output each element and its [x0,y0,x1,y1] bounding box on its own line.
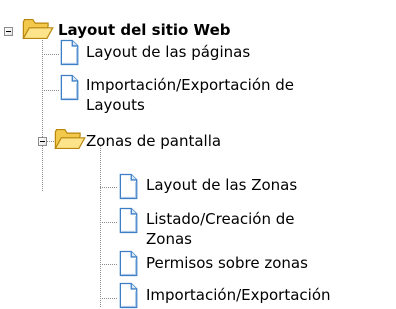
collapse-minus-icon[interactable] [38,137,47,146]
tree-connector [42,24,43,191]
tree-item-layout-del-sitio-web[interactable]: Layout del sitio Web [58,21,230,39]
tree-item-listado-creacion-de-zonas[interactable]: Listado/Creación de [146,210,295,228]
tree-item-layout-de-las-zonas[interactable]: Layout de las Zonas [146,176,297,194]
tree-item-listado-creacion-de-zonas-line2[interactable]: Zonas [146,230,192,248]
document-icon [116,207,140,234]
tree-item-zonas-de-pantalla[interactable]: Zonas de pantalla [86,132,221,150]
tree-connector [100,222,117,223]
open-folder-icon [53,126,86,152]
tree-item-importacion-exportacion[interactable]: Importación/Exportación [146,286,331,304]
document-icon [116,173,140,200]
tree-item-importacion-exportacion-layouts-line2[interactable]: Layouts [86,96,145,114]
collapse-minus-icon[interactable] [4,27,13,36]
document-icon [57,39,81,66]
open-folder-icon [21,16,54,42]
tree-connector [100,264,117,265]
document-icon [116,250,140,277]
tree-item-importacion-exportacion-layouts[interactable]: Importación/Exportación de [86,76,294,94]
document-icon [116,282,140,309]
layout-tree: Layout del sitio Web Layout de las págin… [0,0,396,307]
tree-connector [100,187,117,188]
tree-connector [100,298,117,299]
tree-item-layout-de-las-paginas[interactable]: Layout de las páginas [86,43,250,61]
document-icon [57,74,81,101]
tree-item-permisos-sobre-zonas[interactable]: Permisos sobre zonas [146,254,308,272]
tree-connector [100,146,101,307]
